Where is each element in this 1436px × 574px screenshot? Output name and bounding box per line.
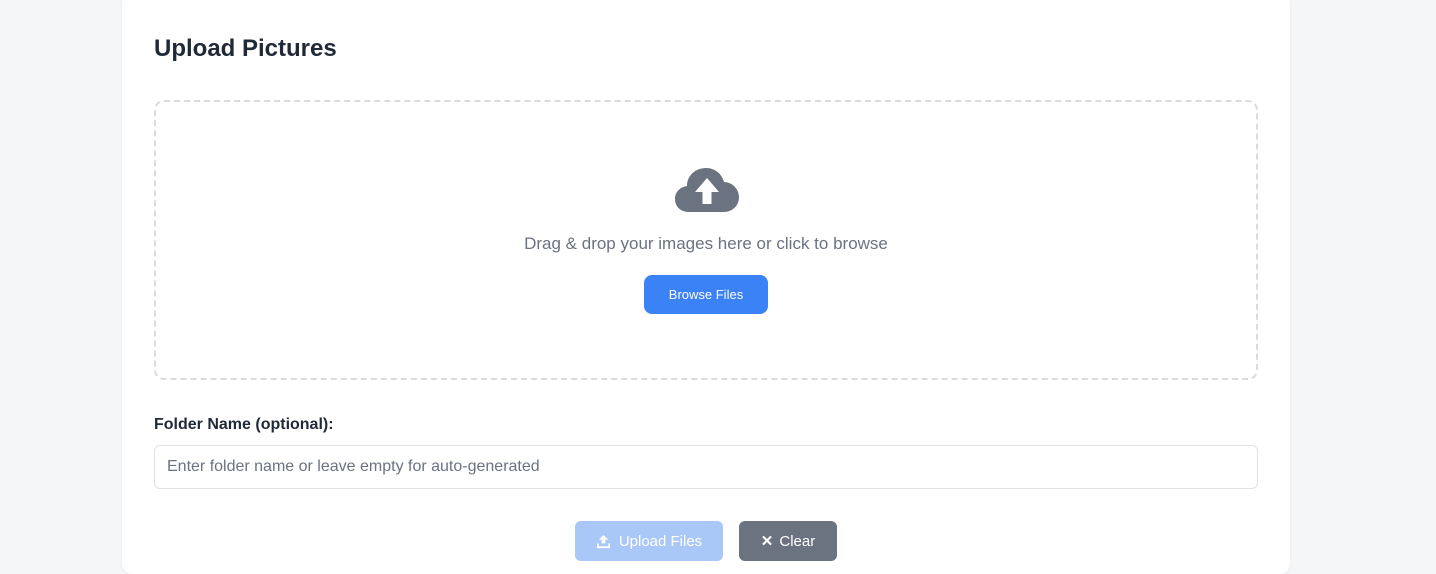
folder-name-label: Folder Name (optional): [154, 416, 334, 433]
upload-files-label: Upload Files [618, 532, 703, 550]
cloud-upload-icon [675, 168, 739, 212]
upload-card: Upload Pictures Drag & drop your images … [122, 0, 1290, 574]
clear-button[interactable]: ✕ Clear [739, 521, 837, 561]
folder-name-input[interactable] [154, 445, 1258, 489]
close-icon: ✕ [760, 532, 774, 550]
upload-files-button[interactable]: Upload Files [575, 521, 723, 561]
clear-label: Clear [779, 532, 816, 550]
browse-files-button[interactable]: Browse Files [644, 275, 768, 314]
upload-icon [596, 534, 610, 548]
drop-zone[interactable]: Drag & drop your images here or click to… [154, 100, 1258, 380]
drop-zone-instruction: Drag & drop your images here or click to… [524, 234, 888, 253]
page-title: Upload Pictures [154, 35, 337, 62]
